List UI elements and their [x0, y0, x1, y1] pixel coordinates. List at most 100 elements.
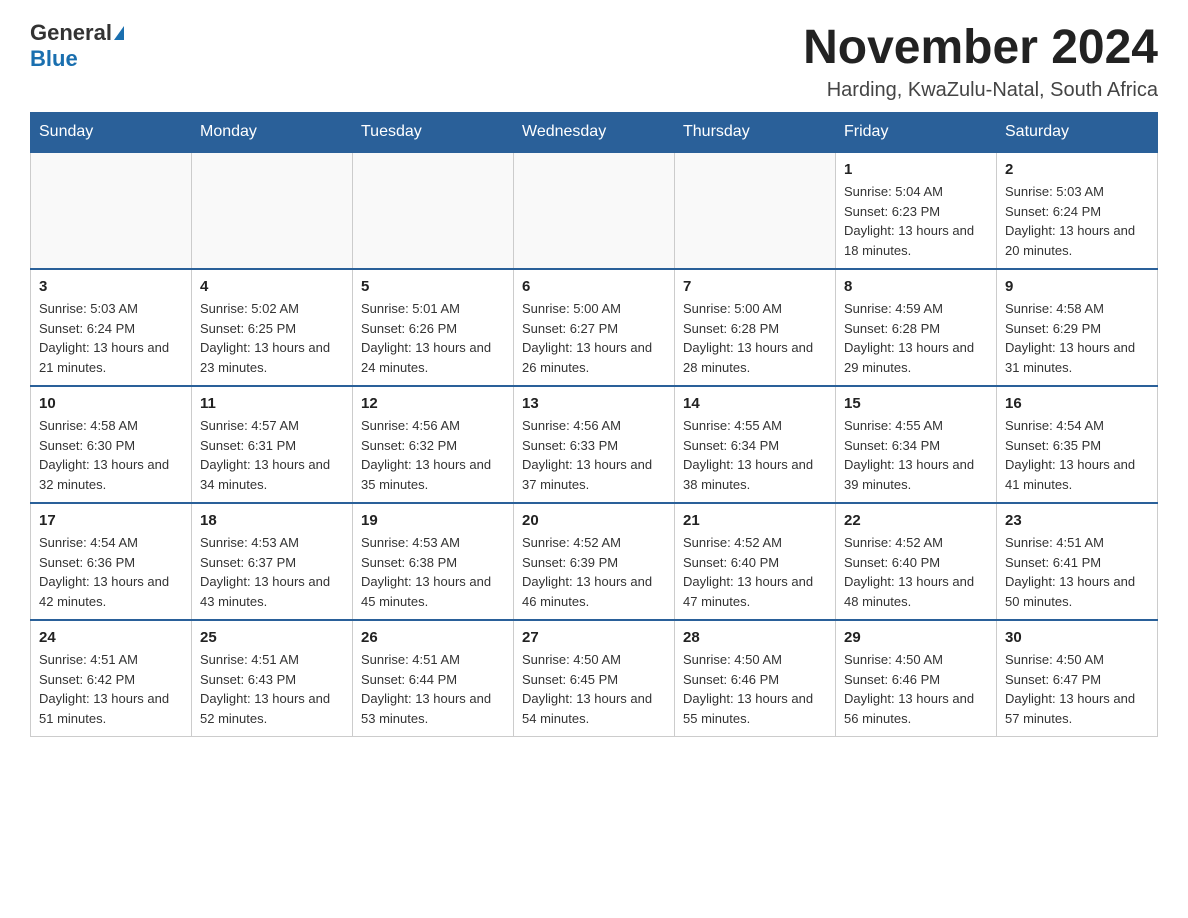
calendar-cell: 21Sunrise: 4:52 AM Sunset: 6:40 PM Dayli…	[675, 503, 836, 620]
day-number: 19	[361, 512, 505, 529]
day-info: Sunrise: 5:04 AM Sunset: 6:23 PM Dayligh…	[844, 182, 988, 260]
day-number: 14	[683, 395, 827, 412]
calendar-cell: 12 Sunrise: 4:56 AM Sunset: 6:32 PM Dayli…	[353, 386, 514, 503]
header-sunday: Sunday	[31, 113, 192, 153]
day-info: Sunrise: 4:56 AM Sunset: 6:32 PM Dayligh…	[361, 416, 505, 494]
calendar-week-2: 3 Sunrise: 5:03 AM Sunset: 6:24 PM Daylig…	[31, 269, 1158, 386]
day-info: Sunrise: 4:50 AM Sunset: 6:46 PM Dayligh…	[683, 650, 827, 728]
calendar-cell: 25 Sunrise: 4:51 AM Sunset: 6:43 PM Dayli…	[192, 620, 353, 737]
day-info: Sunrise: 4:50 AM Sunset: 6:47 PM Dayligh…	[1005, 650, 1149, 728]
logo-blue-text: Blue	[30, 46, 78, 72]
title-block: November 2024 Harding, KwaZulu-Natal, So…	[803, 20, 1158, 102]
day-number: 4	[200, 278, 344, 295]
day-number: 18	[200, 512, 344, 529]
day-info: Sunrise: 5:03 AM Sunset: 6:24 PM Dayligh…	[1005, 182, 1149, 260]
calendar-cell	[675, 152, 836, 269]
day-number: 3	[39, 278, 183, 295]
day-number: 25	[200, 629, 344, 646]
calendar-cell: 20Sunrise: 4:52 AM Sunset: 6:39 PM Dayli…	[514, 503, 675, 620]
calendar-cell: 23 Sunrise: 4:51 AM Sunset: 6:41 PM Dayli…	[997, 503, 1158, 620]
calendar-cell: 17 Sunrise: 4:54 AM Sunset: 6:36 PM Dayli…	[31, 503, 192, 620]
day-info: Sunrise: 4:51 AM Sunset: 6:43 PM Dayligh…	[200, 650, 344, 728]
day-number: 17	[39, 512, 183, 529]
day-info: Sunrise: 4:50 AM Sunset: 6:46 PM Dayligh…	[844, 650, 988, 728]
day-info: Sunrise: 5:00 AM Sunset: 6:27 PM Dayligh…	[522, 299, 666, 377]
day-info: Sunrise: 4:59 AM Sunset: 6:28 PM Dayligh…	[844, 299, 988, 377]
calendar-week-4: 17 Sunrise: 4:54 AM Sunset: 6:36 PM Dayli…	[31, 503, 1158, 620]
page-header: General Blue November 2024 Harding, KwaZ…	[30, 20, 1158, 102]
calendar-cell: 6 Sunrise: 5:00 AM Sunset: 6:27 PM Daylig…	[514, 269, 675, 386]
calendar-cell: 16 Sunrise: 4:54 AM Sunset: 6:35 PM Dayli…	[997, 386, 1158, 503]
calendar-cell: 11 Sunrise: 4:57 AM Sunset: 6:31 PM Dayli…	[192, 386, 353, 503]
day-number: 22	[844, 512, 988, 529]
day-number: 9	[1005, 278, 1149, 295]
calendar-cell	[192, 152, 353, 269]
calendar-cell: 15 Sunrise: 4:55 AM Sunset: 6:34 PM Dayli…	[836, 386, 997, 503]
day-number: 5	[361, 278, 505, 295]
day-info: Sunrise: 4:56 AM Sunset: 6:33 PM Dayligh…	[522, 416, 666, 494]
day-info: Sunrise: 4:58 AM Sunset: 6:30 PM Dayligh…	[39, 416, 183, 494]
calendar-cell: 8 Sunrise: 4:59 AM Sunset: 6:28 PM Daylig…	[836, 269, 997, 386]
calendar-cell: 10 Sunrise: 4:58 AM Sunset: 6:30 PM Dayli…	[31, 386, 192, 503]
calendar-cell: 3 Sunrise: 5:03 AM Sunset: 6:24 PM Daylig…	[31, 269, 192, 386]
day-number: 12	[361, 395, 505, 412]
day-info: Sunrise: 4:53 AM Sunset: 6:38 PM Dayligh…	[361, 533, 505, 611]
calendar-cell	[514, 152, 675, 269]
logo: General Blue	[30, 20, 124, 72]
day-info: Sunrise: 4:50 AM Sunset: 6:45 PM Dayligh…	[522, 650, 666, 728]
calendar-cell: 26 Sunrise: 4:51 AM Sunset: 6:44 PM Dayli…	[353, 620, 514, 737]
calendar-cell: 7Sunrise: 5:00 AM Sunset: 6:28 PM Daylig…	[675, 269, 836, 386]
day-number: 15	[844, 395, 988, 412]
calendar-cell: 1Sunrise: 5:04 AM Sunset: 6:23 PM Daylig…	[836, 152, 997, 269]
day-info: Sunrise: 4:55 AM Sunset: 6:34 PM Dayligh…	[683, 416, 827, 494]
day-info: Sunrise: 4:58 AM Sunset: 6:29 PM Dayligh…	[1005, 299, 1149, 377]
day-number: 23	[1005, 512, 1149, 529]
header-thursday: Thursday	[675, 113, 836, 153]
header-wednesday: Wednesday	[514, 113, 675, 153]
day-info: Sunrise: 4:52 AM Sunset: 6:40 PM Dayligh…	[844, 533, 988, 611]
calendar-cell: 14 Sunrise: 4:55 AM Sunset: 6:34 PM Dayli…	[675, 386, 836, 503]
calendar-week-3: 10 Sunrise: 4:58 AM Sunset: 6:30 PM Dayli…	[31, 386, 1158, 503]
subtitle: Harding, KwaZulu-Natal, South Africa	[803, 79, 1158, 102]
day-info: Sunrise: 4:57 AM Sunset: 6:31 PM Dayligh…	[200, 416, 344, 494]
calendar-header-row: SundayMondayTuesdayWednesdayThursdayFrid…	[31, 113, 1158, 153]
main-title: November 2024	[803, 20, 1158, 75]
day-info: Sunrise: 4:51 AM Sunset: 6:41 PM Dayligh…	[1005, 533, 1149, 611]
calendar-cell: 30 Sunrise: 4:50 AM Sunset: 6:47 PM Dayli…	[997, 620, 1158, 737]
day-number: 24	[39, 629, 183, 646]
day-number: 28	[683, 629, 827, 646]
day-number: 13	[522, 395, 666, 412]
calendar-cell	[31, 152, 192, 269]
day-info: Sunrise: 4:54 AM Sunset: 6:36 PM Dayligh…	[39, 533, 183, 611]
calendar-cell: 22 Sunrise: 4:52 AM Sunset: 6:40 PM Dayli…	[836, 503, 997, 620]
calendar-cell: 4Sunrise: 5:02 AM Sunset: 6:25 PM Daylig…	[192, 269, 353, 386]
day-number: 30	[1005, 629, 1149, 646]
calendar-week-1: 1Sunrise: 5:04 AM Sunset: 6:23 PM Daylig…	[31, 152, 1158, 269]
day-number: 7	[683, 278, 827, 295]
day-number: 16	[1005, 395, 1149, 412]
header-friday: Friday	[836, 113, 997, 153]
day-info: Sunrise: 4:55 AM Sunset: 6:34 PM Dayligh…	[844, 416, 988, 494]
calendar-table: SundayMondayTuesdayWednesdayThursdayFrid…	[30, 112, 1158, 737]
day-number: 6	[522, 278, 666, 295]
day-number: 27	[522, 629, 666, 646]
calendar-cell: 9 Sunrise: 4:58 AM Sunset: 6:29 PM Daylig…	[997, 269, 1158, 386]
day-number: 26	[361, 629, 505, 646]
day-info: Sunrise: 4:54 AM Sunset: 6:35 PM Dayligh…	[1005, 416, 1149, 494]
day-info: Sunrise: 4:51 AM Sunset: 6:44 PM Dayligh…	[361, 650, 505, 728]
day-number: 11	[200, 395, 344, 412]
logo-triangle-icon	[114, 26, 124, 40]
calendar-cell: 18Sunrise: 4:53 AM Sunset: 6:37 PM Dayli…	[192, 503, 353, 620]
header-tuesday: Tuesday	[353, 113, 514, 153]
day-info: Sunrise: 5:03 AM Sunset: 6:24 PM Dayligh…	[39, 299, 183, 377]
day-info: Sunrise: 5:01 AM Sunset: 6:26 PM Dayligh…	[361, 299, 505, 377]
day-info: Sunrise: 4:51 AM Sunset: 6:42 PM Dayligh…	[39, 650, 183, 728]
calendar-cell: 28 Sunrise: 4:50 AM Sunset: 6:46 PM Dayli…	[675, 620, 836, 737]
day-number: 10	[39, 395, 183, 412]
day-number: 8	[844, 278, 988, 295]
calendar-week-5: 24 Sunrise: 4:51 AM Sunset: 6:42 PM Dayli…	[31, 620, 1158, 737]
day-number: 29	[844, 629, 988, 646]
day-number: 20	[522, 512, 666, 529]
day-number: 21	[683, 512, 827, 529]
day-number: 2	[1005, 161, 1149, 178]
